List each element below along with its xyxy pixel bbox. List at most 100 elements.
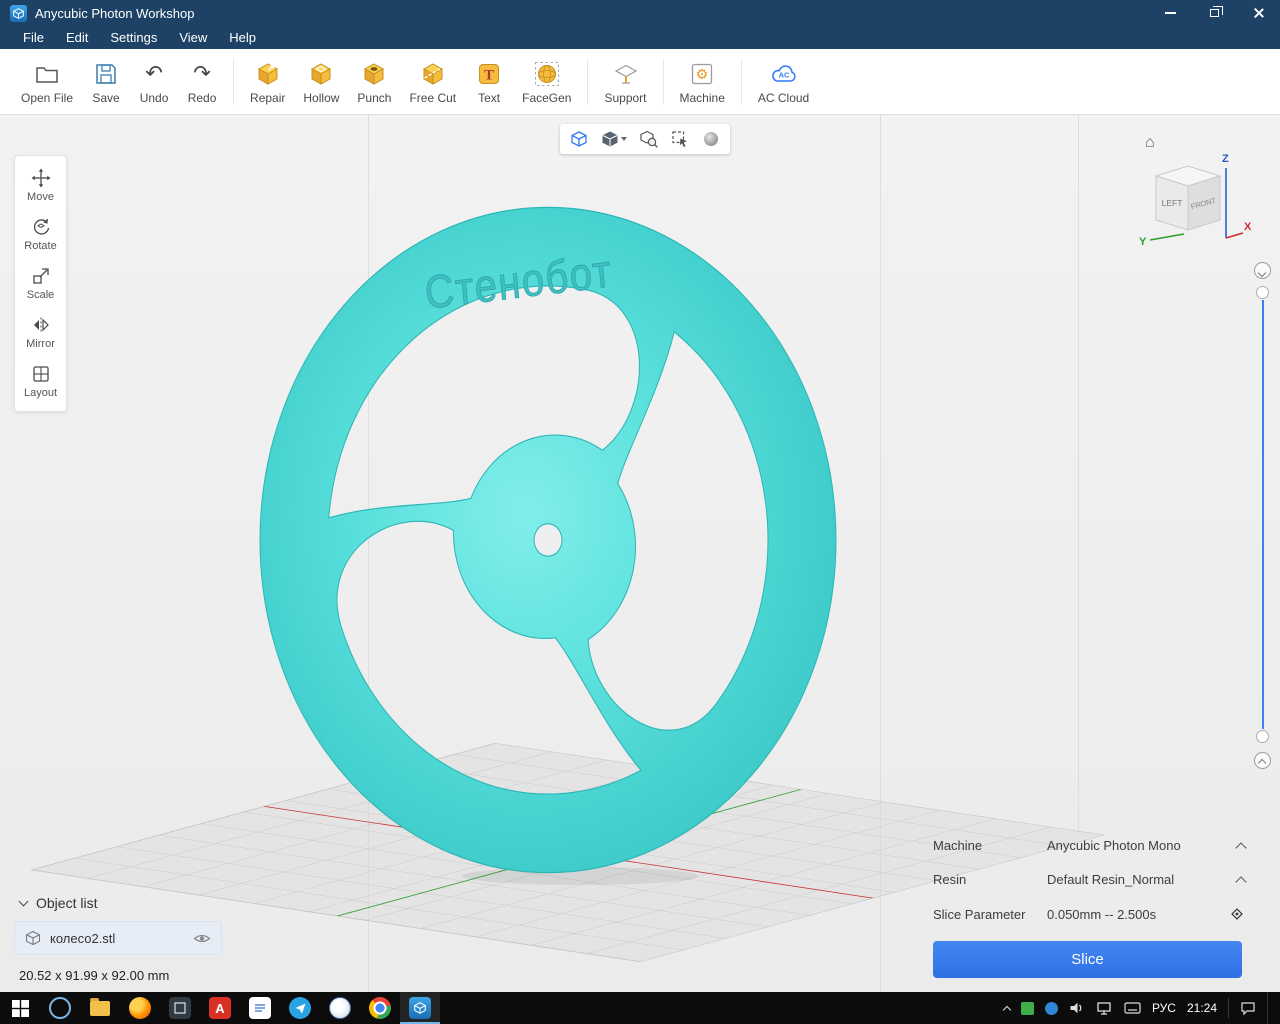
taskbar-chrome-button[interactable]: [360, 992, 400, 1024]
slice-parameter-label: Slice Parameter: [933, 907, 1047, 922]
scale-icon: [31, 266, 51, 286]
free-cut-button[interactable]: Free Cut: [400, 59, 465, 105]
chevron-down-icon: [19, 896, 29, 906]
slice-button[interactable]: Slice: [933, 941, 1242, 978]
menu-settings[interactable]: Settings: [99, 27, 168, 48]
open-file-icon: [34, 59, 60, 89]
y-axis-indicator: [1150, 234, 1184, 240]
slider-collapse-bottom-button[interactable]: [1254, 752, 1271, 769]
action-center-icon[interactable]: [1240, 1001, 1256, 1016]
app-logo-icon: [10, 5, 27, 22]
start-button[interactable]: [0, 992, 40, 1024]
navigation-cube[interactable]: LEFT FRONT Z X Y: [1136, 148, 1254, 258]
close-button[interactable]: [1236, 0, 1280, 26]
nav-cube-left-label: LEFT: [1162, 198, 1183, 208]
red-a-app-icon: A: [209, 997, 231, 1019]
taskbar-notes-button[interactable]: [240, 992, 280, 1024]
support-button[interactable]: Support: [595, 59, 655, 105]
free-cut-icon: [420, 59, 446, 89]
layer-slider-track[interactable]: [1262, 300, 1264, 729]
window-title: Anycubic Photon Workshop: [35, 6, 194, 21]
model-dimensions: 20.52 x 91.99 x 92.00 mm: [19, 968, 169, 983]
ac-cloud-button[interactable]: AC AC Cloud: [749, 59, 818, 105]
machine-value[interactable]: Anycubic Photon Mono: [1047, 838, 1237, 853]
save-button[interactable]: Save: [82, 59, 130, 105]
resin-label: Resin: [933, 872, 1047, 887]
open-file-button[interactable]: Open File: [12, 59, 82, 105]
sync-tray-icon[interactable]: [1045, 1002, 1058, 1015]
repair-button[interactable]: Repair: [241, 59, 294, 105]
network-icon[interactable]: [1096, 1000, 1113, 1016]
layer-slider-top-handle[interactable]: [1256, 286, 1269, 299]
menu-bar: File Edit Settings View Help: [0, 26, 1280, 49]
support-icon: [613, 59, 639, 89]
z-axis-label: Z: [1222, 153, 1229, 165]
minimize-button[interactable]: [1148, 0, 1192, 26]
show-desktop-button[interactable]: [1267, 992, 1272, 1024]
maximize-button[interactable]: [1192, 0, 1236, 26]
taskbar-browser-button[interactable]: [40, 992, 80, 1024]
punch-button[interactable]: Punch: [348, 59, 400, 105]
select-box-button[interactable]: [671, 130, 689, 148]
zoom-to-model-button[interactable]: [640, 130, 658, 148]
language-indicator[interactable]: РУС: [1152, 1001, 1176, 1015]
firefox-icon: [129, 997, 151, 1019]
model-wheel[interactable]: Стенобот: [230, 178, 930, 893]
menu-edit[interactable]: Edit: [55, 27, 99, 48]
taskbar-app-red-button[interactable]: A: [200, 992, 240, 1024]
rotate-tool[interactable]: Rotate: [15, 210, 66, 259]
shading-mode-button[interactable]: [601, 130, 627, 148]
taskbar-photon-workshop-button[interactable]: [400, 992, 440, 1024]
taskbar-explorer-button[interactable]: [80, 992, 120, 1024]
machine-button[interactable]: ⚙ Machine: [671, 59, 734, 105]
layout-tool[interactable]: Layout: [15, 357, 66, 406]
wireframe-view-button[interactable]: [570, 130, 588, 148]
move-icon: [31, 168, 51, 188]
viewport-3d[interactable]: Стенобот Move Rotate Scale Mirror Layout: [0, 115, 1280, 992]
sphere-icon: [702, 130, 720, 148]
object-list-item[interactable]: колесо2.stl: [14, 921, 222, 955]
menu-help[interactable]: Help: [218, 27, 267, 48]
minimize-icon: [1165, 12, 1176, 14]
scale-tool[interactable]: Scale: [15, 259, 66, 308]
facegen-icon: [534, 59, 560, 89]
facegen-button[interactable]: FaceGen: [513, 59, 580, 105]
hollow-button[interactable]: Hollow: [294, 59, 348, 105]
toolbar-separator: [587, 59, 588, 105]
menu-file[interactable]: File: [12, 27, 55, 48]
taskbar-office-button[interactable]: [320, 992, 360, 1024]
visibility-eye-icon[interactable]: [193, 932, 211, 945]
volume-icon[interactable]: [1069, 1000, 1085, 1016]
wireframe-cube-icon: [570, 130, 588, 148]
toolbar-separator: [663, 59, 664, 105]
keyboard-layout-icon[interactable]: [1124, 1001, 1141, 1015]
layer-slider-bottom-handle[interactable]: [1256, 730, 1269, 743]
antivirus-tray-icon[interactable]: [1021, 1002, 1034, 1015]
selection-cursor-icon: [671, 130, 689, 148]
chevron-up-icon[interactable]: [1235, 842, 1246, 853]
taskbar-firefox-button[interactable]: [120, 992, 160, 1024]
move-tool[interactable]: Move: [15, 161, 66, 210]
hidden-icons-chevron[interactable]: [1003, 1005, 1011, 1013]
menu-view[interactable]: View: [168, 27, 218, 48]
undo-button[interactable]: ↶ Undo: [130, 59, 178, 105]
resin-value[interactable]: Default Resin_Normal: [1047, 872, 1237, 887]
slider-collapse-top-button[interactable]: [1254, 262, 1271, 279]
taskbar-app-dark-button[interactable]: [160, 992, 200, 1024]
chevron-up-icon[interactable]: [1235, 876, 1246, 887]
machine-row: Machine Anycubic Photon Mono: [933, 838, 1245, 853]
redo-icon: ↷: [193, 59, 211, 89]
windows-logo-icon: [12, 1000, 29, 1017]
sphere-render-button[interactable]: [702, 130, 720, 148]
object-list-title: Object list: [36, 895, 97, 911]
slice-parameter-value[interactable]: 0.050mm -- 2.500s: [1047, 907, 1229, 922]
clock[interactable]: 21:24: [1187, 1001, 1217, 1015]
taskbar-messenger-button[interactable]: [280, 992, 320, 1024]
object-list-header[interactable]: Object list: [20, 895, 97, 911]
edit-parameter-icon[interactable]: [1229, 906, 1245, 922]
mirror-tool[interactable]: Mirror: [15, 308, 66, 357]
text-button[interactable]: T Text: [465, 59, 513, 105]
redo-button[interactable]: ↷ Redo: [178, 59, 226, 105]
folder-icon: [90, 1001, 110, 1016]
title-bar: Anycubic Photon Workshop: [0, 0, 1280, 26]
